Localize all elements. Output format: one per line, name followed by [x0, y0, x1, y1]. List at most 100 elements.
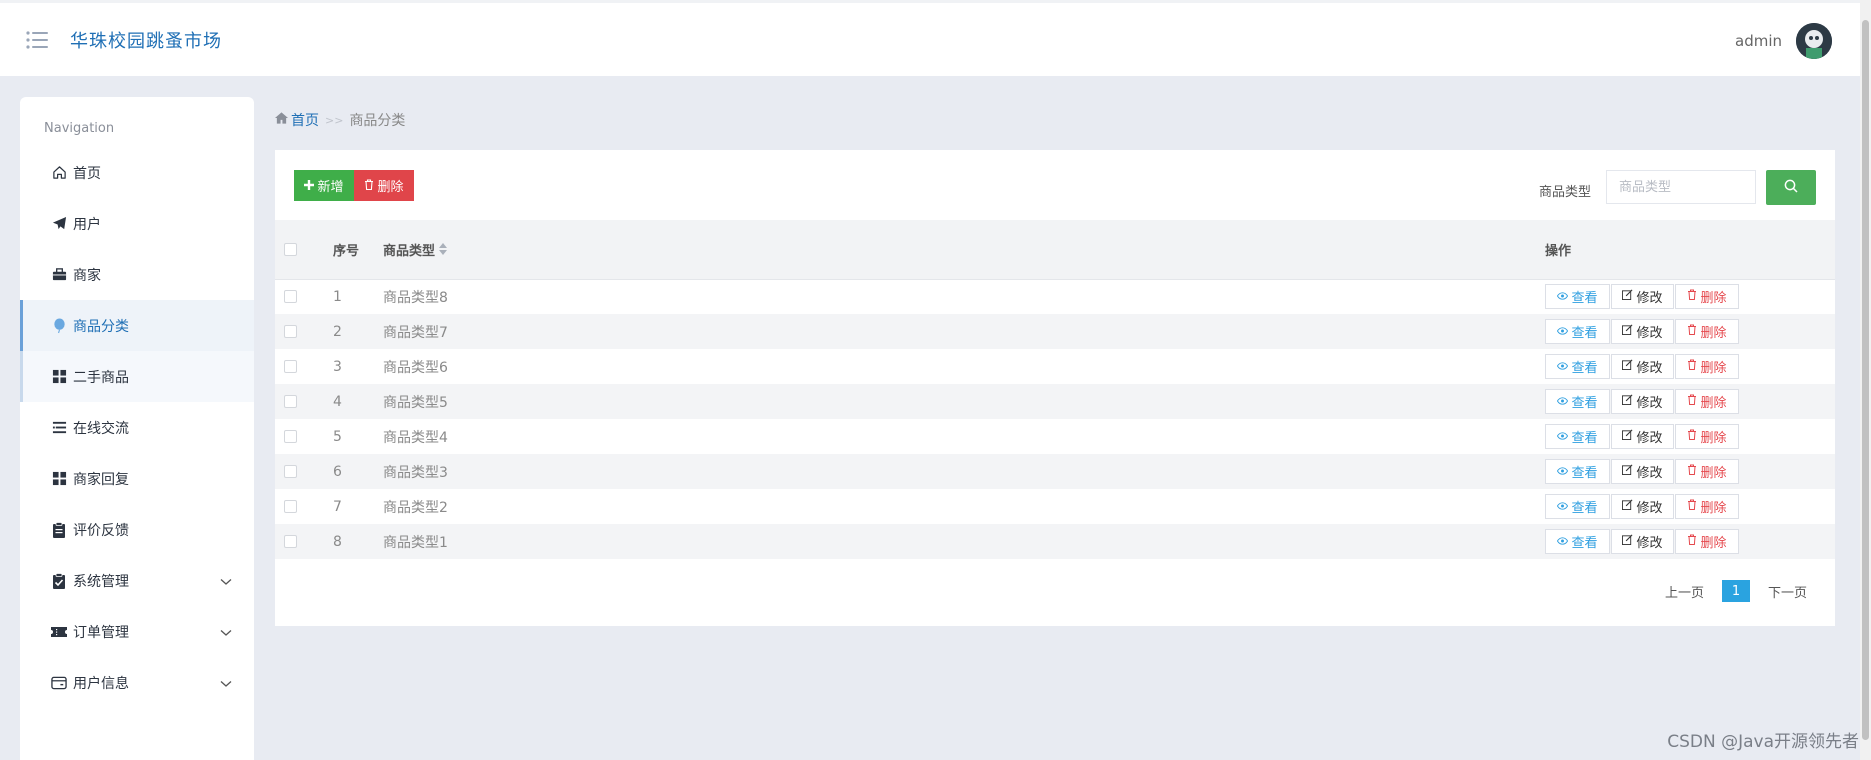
sidebar-item-merchant-reply[interactable]: 商家回复 — [20, 453, 254, 504]
category-table: 序号 商品类型 操作 1 商品类型8 查看 修改 删除 2 商品类型7 查看 修改 删除 3 商品类型… — [275, 220, 1835, 559]
sidebar-item-secondhand[interactable]: 二手商品 — [20, 351, 254, 402]
sidebar-item-user-info[interactable]: 用户信息 — [20, 657, 254, 708]
sidebar-item-home[interactable]: 首页 — [20, 147, 254, 198]
next-page-button[interactable]: 下一页 — [1768, 582, 1807, 601]
delete-button[interactable]: 删除 — [1675, 494, 1739, 519]
trash-icon — [1687, 394, 1697, 409]
delete-button-label: 删除 — [377, 179, 404, 194]
scrollbar-thumb[interactable] — [1862, 20, 1869, 740]
view-button[interactable]: 查看 — [1545, 529, 1610, 554]
row-checkbox[interactable] — [284, 465, 297, 478]
breadcrumb-current: 商品分类 — [349, 113, 406, 129]
row-checkbox[interactable] — [284, 535, 297, 548]
page-scrollbar[interactable] — [1860, 0, 1871, 760]
sidebar-item-merchants[interactable]: 商家 — [20, 249, 254, 300]
select-all-checkbox[interactable] — [284, 242, 297, 256]
chevron-down-icon — [220, 574, 232, 590]
row-index: 3 — [333, 358, 342, 375]
search-button[interactable] — [1766, 170, 1816, 205]
edit-button[interactable]: 修改 — [1611, 284, 1674, 310]
add-button-label: 新增 — [317, 179, 344, 194]
nav-caption: Navigation — [44, 121, 115, 136]
row-checkbox[interactable] — [284, 325, 297, 338]
edit-icon — [1622, 324, 1633, 339]
sidebar-item-feedback[interactable]: 评价反馈 — [20, 504, 254, 555]
sort-icon[interactable] — [439, 243, 448, 259]
edit-button[interactable]: 修改 — [1611, 389, 1674, 414]
edit-button[interactable]: 修改 — [1611, 424, 1674, 449]
view-button[interactable]: 查看 — [1545, 284, 1610, 310]
table-header-row: 序号 商品类型 操作 — [275, 220, 1835, 279]
main-panel: 新增 删除 商品类型 序号 商品类型 操作 1商品类型8查看修改删除2商品类型7… — [275, 150, 1835, 626]
edit-icon — [1622, 289, 1633, 304]
delete-button[interactable]: 删除 — [1675, 319, 1739, 344]
clipboard-icon — [51, 521, 67, 538]
edit-button[interactable]: 修改 — [1611, 459, 1674, 484]
table-row: 3 商品类型6 查看 修改 删除 — [275, 349, 1835, 384]
table-row: 8 商品类型1 查看 修改 删除 — [275, 524, 1835, 559]
edit-button[interactable]: 修改 — [1611, 319, 1674, 344]
view-button[interactable]: 查看 — [1545, 424, 1610, 449]
view-button[interactable]: 查看 — [1545, 459, 1610, 484]
sidebar-item-label: 用户 — [73, 216, 101, 233]
chevron-down-icon — [220, 676, 232, 692]
row-checkbox[interactable] — [284, 500, 297, 513]
view-button[interactable]: 查看 — [1545, 494, 1610, 519]
grid-icon — [51, 369, 67, 385]
row-index: 4 — [333, 393, 342, 410]
ticket-icon — [51, 624, 67, 640]
edit-button[interactable]: 修改 — [1611, 494, 1674, 519]
add-button[interactable]: 新增 — [294, 170, 354, 201]
avatar[interactable] — [1796, 23, 1832, 59]
search-icon — [1784, 179, 1798, 196]
view-button[interactable]: 查看 — [1545, 354, 1610, 379]
trash-icon — [1687, 464, 1697, 479]
row-type: 商品类型1 — [383, 534, 448, 551]
search-label: 商品类型 — [1539, 185, 1592, 200]
trash-icon — [1687, 499, 1697, 514]
row-checkbox[interactable] — [284, 395, 297, 408]
table-row: 5 商品类型4 查看 修改 删除 — [275, 419, 1835, 454]
row-checkbox[interactable] — [284, 430, 297, 443]
view-button[interactable]: 查看 — [1545, 389, 1610, 414]
list-icon — [51, 420, 67, 436]
chevron-down-icon — [220, 625, 232, 641]
sidebar-item-chat[interactable]: 在线交流 — [20, 402, 254, 453]
edit-icon — [1622, 359, 1633, 374]
row-index: 8 — [333, 533, 342, 550]
delete-button[interactable]: 删除 — [1675, 529, 1739, 554]
menu-toggle-icon[interactable] — [20, 23, 54, 57]
view-button[interactable]: 查看 — [1545, 319, 1610, 344]
sidebar-item-orders[interactable]: 订单管理 — [20, 606, 254, 657]
edit-icon — [1622, 499, 1633, 514]
edit-button[interactable]: 修改 — [1611, 529, 1674, 554]
eye-icon — [1557, 464, 1569, 479]
page-number-current[interactable]: 1 — [1721, 580, 1750, 602]
sidebar-item-categories[interactable]: 商品分类 — [20, 300, 254, 351]
breadcrumb-home[interactable]: 首页 — [275, 110, 319, 130]
row-checkbox[interactable] — [284, 290, 297, 304]
delete-button[interactable]: 删除 — [1675, 354, 1739, 379]
delete-button[interactable]: 删除 — [1675, 284, 1739, 310]
sidebar-item-system[interactable]: 系统管理 — [20, 555, 254, 606]
eye-icon — [1557, 324, 1569, 339]
sidebar-item-label: 商品分类 — [73, 318, 129, 335]
delete-button[interactable]: 删除 — [1675, 389, 1739, 414]
header-type[interactable]: 商品类型 — [383, 220, 1545, 279]
row-index: 2 — [333, 323, 342, 340]
delete-button[interactable]: 删除 — [1675, 459, 1739, 484]
eye-icon — [1557, 289, 1569, 304]
category-search-input[interactable] — [1606, 170, 1756, 204]
sidebar-item-users[interactable]: 用户 — [20, 198, 254, 249]
eye-icon — [1557, 534, 1569, 549]
sidebar-item-label: 订单管理 — [73, 624, 129, 641]
row-checkbox[interactable] — [284, 360, 297, 373]
delete-button[interactable]: 删除 — [1675, 424, 1739, 449]
toolbar: 新增 删除 商品类型 — [275, 150, 1835, 220]
prev-page-button[interactable]: 上一页 — [1665, 582, 1704, 601]
edit-button[interactable]: 修改 — [1611, 354, 1674, 379]
batch-delete-button[interactable]: 删除 — [354, 170, 414, 201]
username[interactable]: admin — [1735, 32, 1782, 50]
row-index: 6 — [333, 463, 342, 480]
table-row: 4 商品类型5 查看 修改 删除 — [275, 384, 1835, 419]
